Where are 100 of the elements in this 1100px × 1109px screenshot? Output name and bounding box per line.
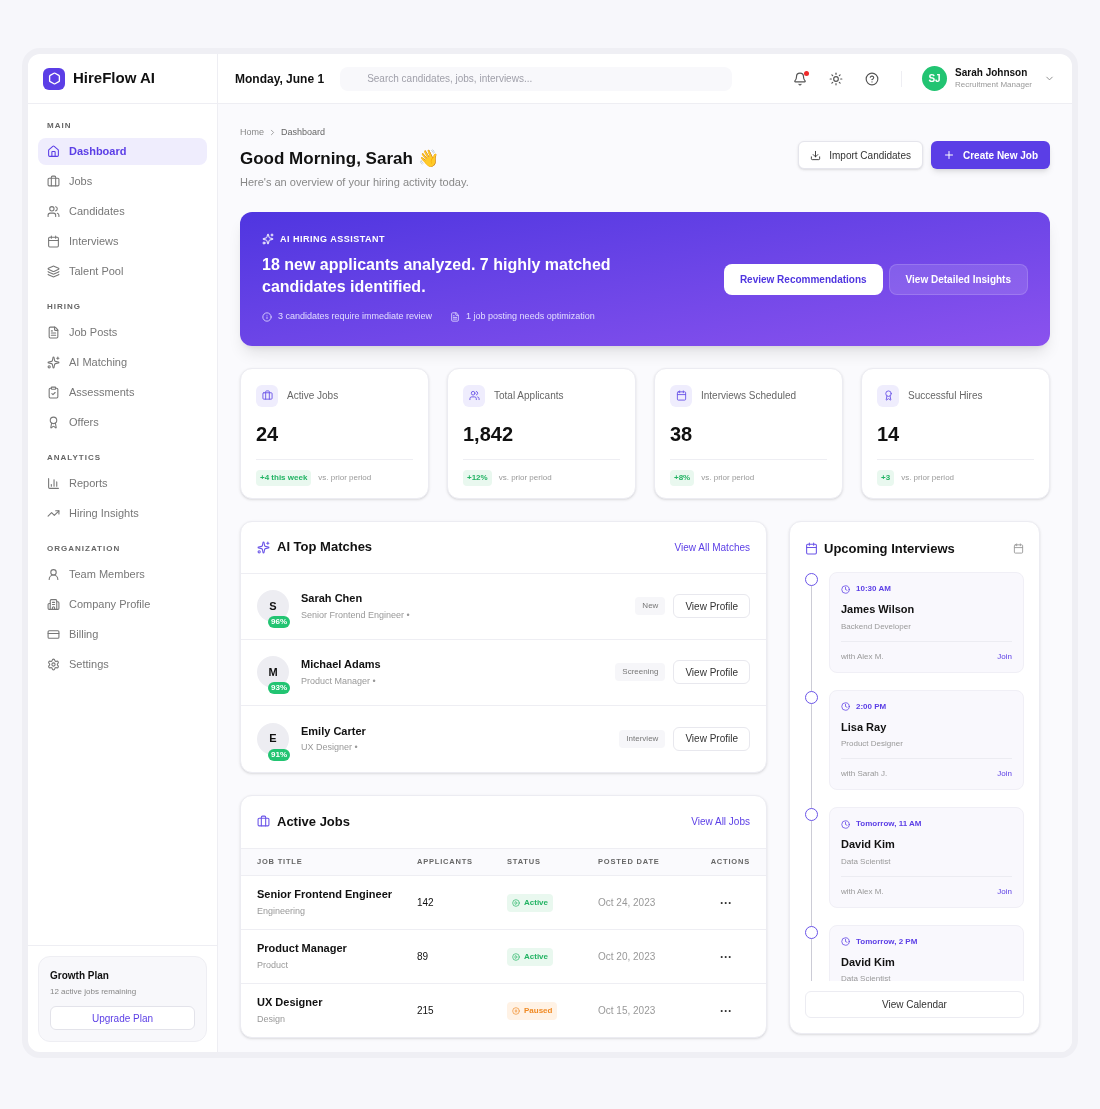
nav-item[interactable]: Reports xyxy=(38,470,207,497)
nav-item[interactable]: AI Matching xyxy=(38,349,207,376)
nav-item[interactable]: Hiring Insights xyxy=(38,500,207,527)
stat-label: Successful Hires xyxy=(908,389,983,403)
nav-item[interactable]: Team Members xyxy=(38,561,207,588)
insights-button[interactable]: View Detailed Insights xyxy=(888,263,1028,295)
delta-badge: +4 this week xyxy=(256,469,312,486)
nav-item[interactable]: Company Profile xyxy=(38,591,207,618)
view-profile-button[interactable]: View Profile xyxy=(673,660,750,684)
user-name: Sarah Johnson xyxy=(955,66,1029,79)
home-icon xyxy=(47,145,60,158)
job-title: Senior Frontend Engineer xyxy=(257,886,394,902)
nav-item[interactable]: Talent Pool xyxy=(38,258,207,285)
section-heading: ORGANIZATION xyxy=(46,543,122,555)
candidate-name: Michael Adams xyxy=(301,657,382,672)
delta-badge: +3 xyxy=(877,469,895,486)
status-tag: Screening xyxy=(615,663,666,681)
view-all-link[interactable]: View All Matches xyxy=(674,539,750,555)
interview-time: 2:00 PM xyxy=(856,700,887,713)
clock-icon xyxy=(841,819,850,829)
view-calendar-button[interactable]: View Calendar xyxy=(805,990,1024,1018)
interviewer: with Sarah J. xyxy=(841,768,888,780)
match-score-badge: 91% xyxy=(268,748,290,761)
nav-item[interactable]: Candidates xyxy=(38,198,207,225)
upgrade-button[interactable]: Upgrade Plan xyxy=(50,1006,195,1030)
applicants-cell: 142 xyxy=(417,875,507,929)
breadcrumb-link[interactable]: Home xyxy=(240,126,264,140)
join-link[interactable]: Join xyxy=(997,650,1012,663)
briefcase-icon xyxy=(257,815,270,828)
nav-item[interactable]: Settings xyxy=(38,651,207,678)
notifications-button[interactable] xyxy=(793,71,808,86)
nav-item[interactable]: Offers xyxy=(38,409,207,436)
calendar-icon xyxy=(670,384,692,407)
theme-button[interactable] xyxy=(829,71,844,86)
interviewee-role: Product Designer xyxy=(841,738,904,750)
delta-badge: +12% xyxy=(463,469,492,486)
create-job-button[interactable]: Create New Job xyxy=(930,141,1050,169)
clipboard-icon xyxy=(47,386,60,399)
job-department: Design xyxy=(257,1013,286,1027)
users-icon xyxy=(463,384,485,407)
join-link[interactable]: Join xyxy=(997,768,1012,780)
timeline-node xyxy=(805,925,818,939)
more-button[interactable]: ··· xyxy=(720,1002,732,1021)
calendar-icon xyxy=(47,235,60,248)
posted-date: Oct 24, 2023 xyxy=(598,875,687,929)
nav-item[interactable]: Billing xyxy=(38,621,207,648)
info-icon xyxy=(262,311,272,322)
nav-item[interactable]: Dashboard xyxy=(38,138,207,165)
download-icon xyxy=(810,149,822,161)
bar-chart-icon xyxy=(47,477,60,490)
interviewer: with Alex M. xyxy=(841,885,884,898)
interviewee-name: James Wilson xyxy=(841,602,916,617)
stat-value: 14 xyxy=(877,421,901,447)
plus-icon xyxy=(942,149,955,161)
candidate-role: Product Manager • xyxy=(301,674,377,688)
import-button[interactable]: Import Candidates xyxy=(798,141,923,169)
banner-eyebrow: AI HIRING ASSISTANT xyxy=(280,232,385,246)
calendar-icon xyxy=(805,541,818,555)
match-score-badge: 93% xyxy=(268,682,290,694)
applicants-cell: 215 xyxy=(417,983,507,1037)
more-button[interactable]: ··· xyxy=(720,948,732,966)
user-icon xyxy=(47,568,60,581)
candidate-role: UX Designer • xyxy=(301,741,359,754)
search-field[interactable]: Search candidates, jobs, interviews... xyxy=(340,66,733,91)
nav-item[interactable]: Interviews xyxy=(38,228,207,255)
banner-note: 1 job posting needs optimization xyxy=(466,310,595,323)
trend-icon xyxy=(47,507,60,520)
stat-note: vs. prior period xyxy=(701,471,755,484)
layers-icon xyxy=(47,265,60,278)
more-button[interactable]: ··· xyxy=(720,894,732,912)
section-heading: MAIN xyxy=(46,120,73,132)
view-profile-button[interactable]: View Profile xyxy=(673,594,750,618)
interviewee-name: Lisa Ray xyxy=(841,719,888,735)
document-icon xyxy=(450,311,461,322)
interview-time: 10:30 AM xyxy=(856,583,891,595)
logo-icon xyxy=(43,67,65,90)
stat-value: 38 xyxy=(670,421,694,447)
candidate-name: Sarah Chen xyxy=(301,591,364,606)
job-title: UX Designer xyxy=(257,994,324,1010)
view-all-link[interactable]: View All Jobs xyxy=(691,814,750,829)
card-title: Active Jobs xyxy=(277,812,350,831)
clock-icon xyxy=(841,702,850,711)
join-link[interactable]: Join xyxy=(997,885,1012,898)
review-button[interactable]: Review Recommendations xyxy=(723,263,883,295)
interviewee-role: Data Scientist xyxy=(841,973,892,981)
help-button[interactable] xyxy=(865,71,880,86)
view-profile-button[interactable]: View Profile xyxy=(673,726,750,751)
match-score-badge: 96% xyxy=(268,616,290,628)
nav-item[interactable]: Job Posts xyxy=(38,319,207,346)
job-title: Product Manager xyxy=(257,940,348,956)
brand-name: HireFlow AI xyxy=(73,68,155,89)
stat-label: Active Jobs xyxy=(287,389,339,403)
clock-icon xyxy=(841,584,850,594)
stat-value: 1,842 xyxy=(463,421,515,447)
date-label: Monday, June 1 xyxy=(235,70,325,88)
nav-item[interactable]: Assessments xyxy=(38,379,207,406)
briefcase-icon xyxy=(47,175,60,188)
nav-item[interactable]: Jobs xyxy=(38,168,207,195)
job-department: Product xyxy=(257,959,290,972)
interview-time: Tomorrow, 11 AM xyxy=(856,818,922,830)
